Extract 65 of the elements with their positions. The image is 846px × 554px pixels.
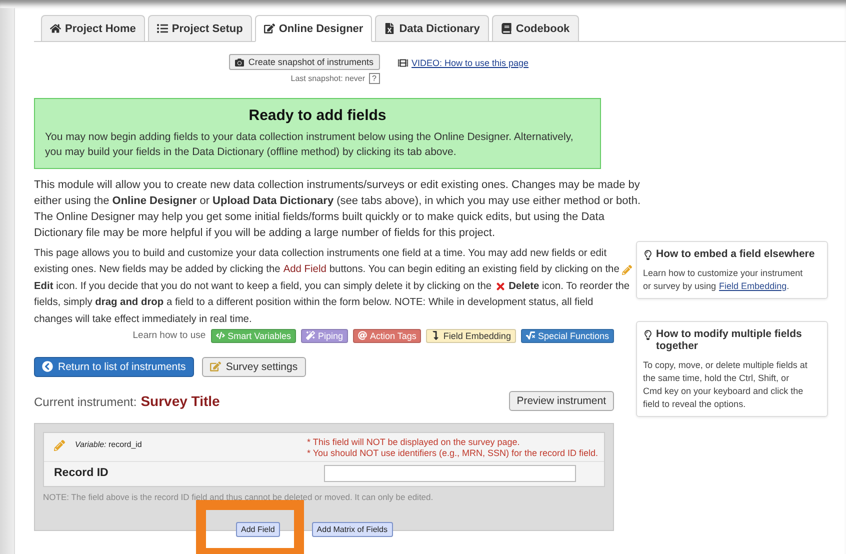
pencil-icon[interactable] [54, 440, 65, 450]
sheet-icon [384, 23, 396, 34]
tab[interactable]: Codebook [492, 15, 579, 41]
paragraph-text: This page allows you to build and customize your data collection instruments one field at a time. You may add new fields or edit [34, 248, 607, 259]
paragraph-text: changes will take effect immediately in real time. [34, 314, 252, 325]
film-icon [398, 58, 408, 68]
intro-paragraph: This module will allow you to create new data collection instruments/surveys or edit existing ones. Changes may be made by either using the Online Designer or Upload Data Dictionary (see tabs above), in which you may use either method or both. The Online Designer may help you get some initial fields/forms built quickly or to make quick edits, but using the Data Dictionary file may be more helpful if you will be adding a large number of fields for this project. [34, 178, 642, 241]
notice-text: You may now begin adding fields to your data collection instrument below using the Online Designer. Alternatively, you may build your fields in the Data Dictionary (offline method) by clicking its tab above. [45, 130, 574, 160]
book-icon [500, 23, 512, 34]
warning-text: * This field will NOT be displayed on the survey page. [307, 436, 521, 446]
input-field[interactable] [324, 464, 576, 482]
help-button[interactable]: ? [369, 73, 380, 84]
field-label: Record ID [54, 467, 108, 479]
smart-icon [216, 331, 225, 340]
variable-name: Variable: record_id [75, 440, 142, 448]
paragraph-text: buttons. You can begin editing an existing field by clicking on the [329, 264, 620, 276]
close-icon [494, 280, 506, 292]
link[interactable]: Add Field [283, 264, 326, 276]
snapshot-status: Last snapshot: never [290, 74, 366, 83]
embed-icon [431, 331, 440, 340]
list-icon [156, 23, 168, 34]
tab[interactable]: Data Dictionary [375, 15, 489, 41]
snapshot-button[interactable]: Create snapshot of instruments [229, 54, 380, 70]
camera-icon [235, 58, 244, 66]
home-icon [50, 23, 61, 34]
preview-button[interactable]: Preview instrument [508, 390, 614, 410]
video-link[interactable]: VIDEO: How to use this page [398, 56, 529, 70]
paragraph-text: fields, simply drag and drop a field to a different position within the form below. NOTE: While in development status, all field [34, 297, 594, 308]
tip-text: . [786, 280, 790, 290]
tip-text: To copy, move, or delete multiple fields at [643, 360, 808, 370]
warning-text: * You should NOT use identifiers (e.g., MRN, SSN) for the record ID field. [307, 448, 598, 458]
pencil-icon [622, 264, 632, 275]
add-button[interactable]: Add Matrix of Fields [312, 522, 392, 536]
tab[interactable]: Project Home [41, 15, 145, 41]
tags-icon [358, 331, 368, 340]
edit-icon [264, 23, 275, 34]
add-button[interactable]: Add Field [236, 522, 280, 536]
tip-text: the same time, hold the Ctrl, Shift, or [643, 372, 790, 382]
survey-settings-button[interactable]: Survey settings [202, 356, 306, 376]
tip-text: or survey by using [643, 280, 716, 290]
survey-title: Survey Title [140, 392, 220, 408]
paragraph-text: Delete icon. To reorder the [508, 280, 630, 292]
tip-text: Cmd key on your keyboard and click the [643, 386, 804, 396]
lightbulb-icon [643, 250, 653, 260]
tip-text: field to reveal the options. [643, 398, 746, 408]
tip-text: Learn how to customize your instrument [643, 268, 803, 278]
lightbulb-icon [643, 330, 653, 340]
notice-title: Ready to add fields [248, 107, 388, 124]
form-icon [210, 361, 221, 372]
tip-title: How to embed a field elsewhere [656, 248, 815, 260]
learn-label: Learn how to use [132, 330, 206, 341]
special-icon [526, 331, 535, 340]
piping-icon [306, 331, 315, 340]
field-note: NOTE: The field above is the record ID field and thus cannot be deleted or moved. It can only be edited. [43, 492, 434, 502]
help-tag[interactable]: Field Embedding [426, 328, 516, 342]
back-icon [42, 361, 53, 372]
link[interactable]: Field Embedding [719, 280, 787, 290]
tab[interactable]: Project Setup [148, 15, 252, 41]
paragraph-text: Edit icon. If you decide that you do not want to keep a field, you can simply delete it by clicking on the [34, 280, 492, 292]
instrument-label: Current instrument: [34, 394, 137, 408]
tab[interactable]: Online Designer [254, 15, 372, 42]
tip-title: How to modify multiple fields together [656, 328, 803, 352]
help-tag[interactable]: Special Functions [520, 328, 614, 342]
return-button[interactable]: Return to list of instruments [34, 356, 194, 376]
paragraph-text: existing ones. New fields may be added by clicking the [34, 264, 280, 276]
